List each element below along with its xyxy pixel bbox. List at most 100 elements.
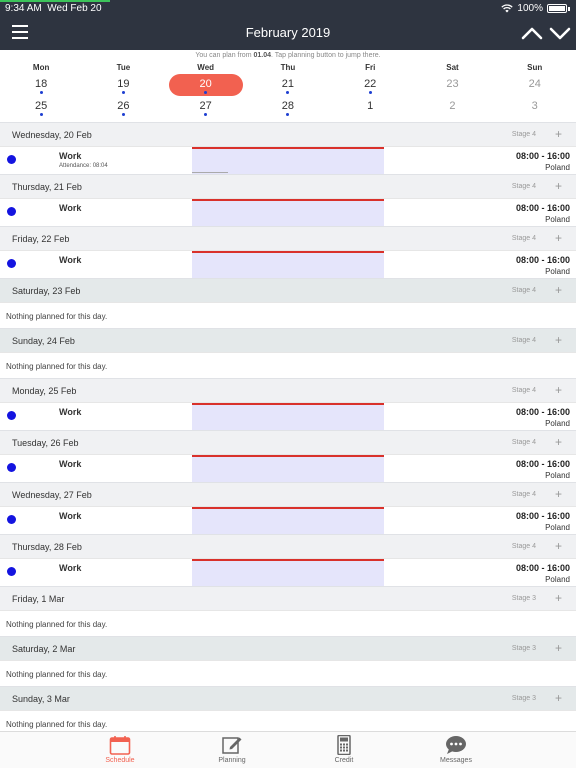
tab-messages[interactable]: Messages [400, 732, 512, 768]
calendar-day[interactable]: 22 [329, 74, 411, 96]
empty-day: Nothing planned for this day. [0, 352, 576, 378]
calendar-day[interactable]: 27 [165, 96, 247, 118]
planned-dot [121, 113, 125, 116]
calendar-day[interactable]: 23 [411, 74, 493, 96]
calendar-day[interactable]: 1 [329, 96, 411, 118]
calendar-day[interactable]: 28 [247, 96, 329, 118]
day-label: Wednesday, 27 Feb [12, 490, 92, 500]
schedule-screen: 9:34 AM Wed Feb 20 100% February 2019 Yo… [0, 0, 576, 768]
calendar-day[interactable]: 26 [82, 96, 164, 118]
weekday-label: Tue [116, 63, 131, 72]
add-icon[interactable]: + [555, 283, 562, 297]
calendar-day[interactable]: 3 [494, 96, 576, 118]
calendar-day[interactable]: 18 [0, 74, 82, 96]
week-calendar: Mon Tue Wed Thu Fri Sat Sun 18 19 20 21 … [0, 62, 576, 118]
stage-label: Stage 4 [511, 491, 536, 498]
schedule-entry[interactable]: Work Attendance: 08:04 08:00 - 16:00 Pol… [0, 146, 576, 175]
schedule-entry[interactable]: Work 08:00 - 16:00 Poland [0, 402, 576, 431]
day-header: Wednesday, 20 Feb Stage 4 + [0, 122, 576, 146]
month-title: February 2019 [245, 25, 331, 40]
calendar-day-selected[interactable]: 20 [165, 74, 247, 96]
empty-day: Nothing planned for this day. [0, 302, 576, 328]
timeline-bar [192, 403, 384, 431]
calendar-day[interactable]: 19 [82, 74, 164, 96]
add-icon[interactable]: + [555, 333, 562, 347]
day-number: 24 [528, 78, 541, 90]
empty-day-text: Nothing planned for this day. [6, 620, 108, 629]
add-icon[interactable]: + [555, 591, 562, 605]
timeline-bar [192, 559, 384, 587]
entry-title: Work [59, 407, 82, 417]
calendar-day[interactable]: 24 [494, 74, 576, 96]
day-label: Friday, 22 Feb [12, 234, 70, 244]
schedule-entry[interactable]: Work 08:00 - 16:00 Poland [0, 250, 576, 279]
chat-bubble-icon [446, 736, 466, 754]
tab-schedule[interactable]: Schedule [64, 732, 176, 768]
timeline-bar [192, 507, 384, 535]
day-number: 28 [281, 100, 295, 112]
add-icon[interactable]: + [555, 383, 562, 397]
add-icon[interactable]: + [555, 231, 562, 245]
schedule-entry[interactable]: Work 08:00 - 16:00 Poland [0, 506, 576, 535]
day-number: 26 [117, 100, 130, 112]
entry-title: Work [59, 459, 82, 469]
add-icon[interactable]: + [555, 539, 562, 553]
day-number: 25 [35, 100, 48, 112]
entry-location: Poland [545, 215, 570, 224]
calendar-day[interactable]: 21 [247, 74, 329, 96]
day-label: Friday, 1 Mar [12, 594, 65, 604]
entry-title: Work [59, 151, 82, 161]
chevron-up-icon[interactable] [520, 22, 544, 44]
battery-tip [568, 6, 570, 11]
add-icon[interactable]: + [555, 435, 562, 449]
schedule-entry[interactable]: Work 08:00 - 16:00 Poland [0, 454, 576, 483]
day-label: Saturday, 23 Feb [12, 286, 81, 296]
stage-label: Stage 4 [511, 287, 536, 294]
calendar-day[interactable]: 2 [411, 96, 493, 118]
add-icon[interactable]: + [555, 179, 562, 193]
schedule-entry[interactable]: Work 08:00 - 16:00 Poland [0, 198, 576, 227]
entry-title: Work [59, 511, 82, 521]
empty-day-text: Nothing planned for this day. [6, 670, 108, 679]
planned-dot [286, 91, 290, 94]
add-icon[interactable]: + [555, 487, 562, 501]
empty-day: Nothing planned for this day. [0, 660, 576, 686]
status-dot [7, 411, 16, 420]
battery-percent: 100% [517, 3, 543, 14]
tab-credit[interactable]: Credit [288, 732, 400, 768]
day-number: 2 [449, 100, 456, 112]
hint-prefix: You can plan from [195, 52, 254, 59]
day-header: Friday, 1 Mar Stage 3 + [0, 586, 576, 610]
schedule-entry[interactable]: Work 08:00 - 16:00 Poland [0, 558, 576, 587]
tab-label: Messages [440, 757, 472, 764]
empty-day-text: Nothing planned for this day. [6, 720, 108, 729]
weekday-label: Fri [365, 63, 376, 72]
day-header: Thursday, 28 Feb Stage 4 + [0, 534, 576, 558]
entry-location: Poland [545, 523, 570, 532]
planned-dot [368, 91, 372, 94]
week-row: 25 26 27 28 1 2 3 [0, 96, 576, 118]
day-header: Friday, 22 Feb Stage 4 + [0, 226, 576, 250]
tab-planning[interactable]: Planning [176, 732, 288, 768]
empty-day-text: Nothing planned for this day. [6, 312, 108, 321]
status-date: Wed Feb 20 [47, 3, 102, 14]
weekday-label: Thu [280, 63, 296, 72]
entry-time: 08:00 - 16:00 [515, 511, 570, 521]
add-icon[interactable]: + [555, 691, 562, 705]
weekday-label: Sun [527, 63, 543, 72]
empty-day-text: Nothing planned for this day. [6, 362, 108, 371]
stage-label: Stage 4 [511, 131, 536, 138]
call-indicator [0, 0, 110, 2]
calendar-day[interactable]: 25 [0, 96, 82, 118]
status-right: 100% [501, 3, 570, 14]
edit-icon [222, 737, 242, 754]
chevron-down-icon[interactable] [548, 22, 572, 44]
add-icon[interactable]: + [555, 641, 562, 655]
add-icon[interactable]: + [555, 127, 562, 141]
attendance-text: Attendance: 08:04 [59, 163, 108, 169]
day-number: 18 [35, 78, 48, 90]
day-label: Thursday, 28 Feb [12, 542, 82, 552]
day-label: Wednesday, 20 Feb [12, 130, 92, 140]
weekday-label: Wed [197, 63, 215, 72]
entry-time: 08:00 - 16:00 [515, 459, 570, 469]
